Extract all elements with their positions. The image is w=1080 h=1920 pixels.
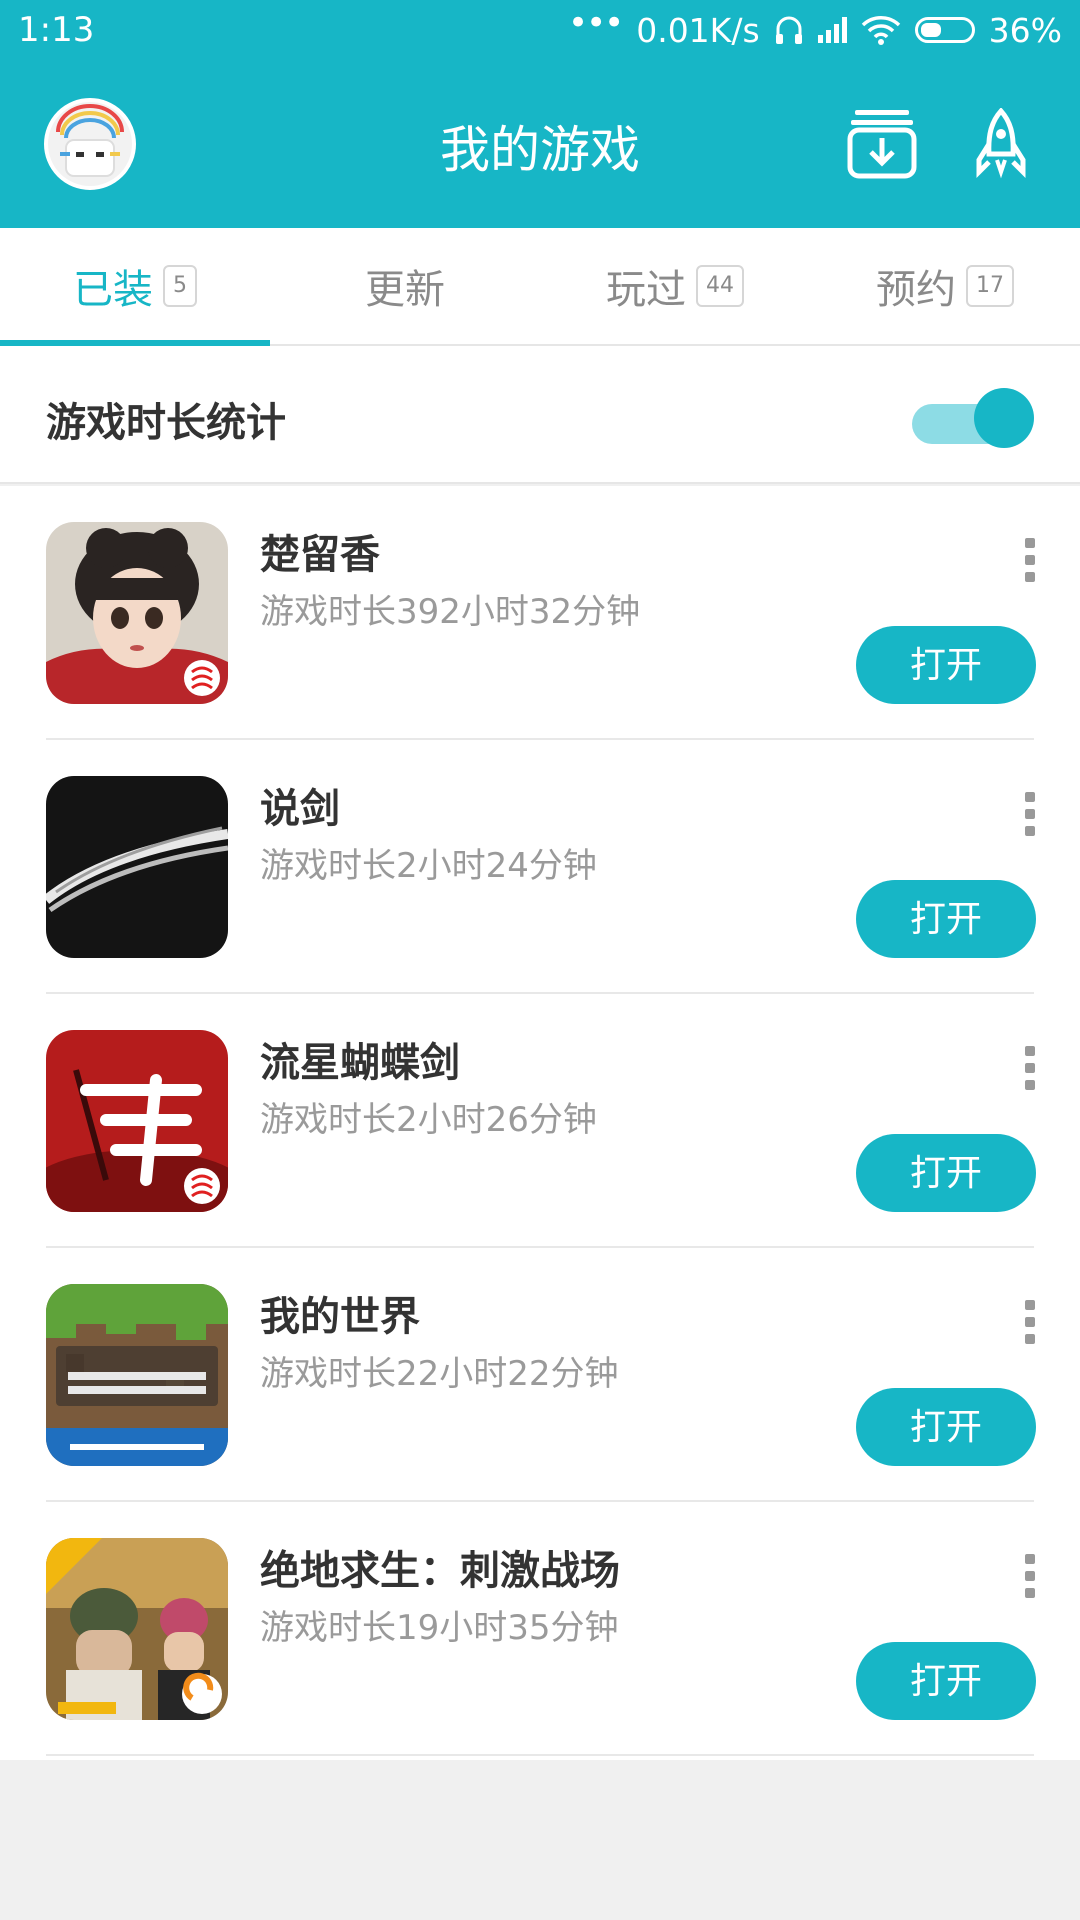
playtime-stats-label: 游戏时长统计 bbox=[46, 400, 286, 446]
wifi-icon bbox=[861, 16, 900, 45]
tab-label: 已装 bbox=[73, 267, 153, 313]
game-icon-liuxing bbox=[46, 1030, 228, 1212]
list-item[interactable]: 流星蝴蝶剑 游戏时长2小时26分钟 打开 bbox=[0, 994, 1080, 1248]
download-manager-icon[interactable] bbox=[846, 108, 918, 180]
open-button[interactable]: 打开 bbox=[856, 1388, 1036, 1466]
page-title: 我的游戏 bbox=[440, 121, 640, 179]
network-speed: 0.01K/s bbox=[636, 10, 760, 50]
tab-bar: 已装 5 更新 玩过 44 预约 17 bbox=[0, 228, 1080, 346]
tab-label: 玩过 bbox=[606, 267, 686, 313]
app-header: 1:13 ••• 0.01K/s 36% 我的游戏 bbox=[0, 0, 1080, 228]
game-playtime: 游戏时长19小时35分钟 bbox=[260, 1608, 619, 1648]
game-icon-pubg bbox=[46, 1538, 228, 1720]
battery-icon bbox=[914, 17, 975, 43]
game-name: 我的世界 bbox=[260, 1294, 420, 1340]
status-bar: 1:13 ••• 0.01K/s 36% bbox=[0, 0, 1080, 62]
game-icon-chuliuxiang bbox=[46, 522, 228, 704]
more-options-icon[interactable] bbox=[1024, 792, 1036, 836]
rocket-accelerate-icon[interactable] bbox=[965, 107, 1037, 180]
battery-percent: 36% bbox=[988, 10, 1062, 50]
divider bbox=[46, 1754, 1034, 1756]
headphones-icon bbox=[775, 16, 802, 44]
tab-installed[interactable]: 已装 5 bbox=[0, 228, 270, 346]
tab-reserved[interactable]: 预约 17 bbox=[810, 228, 1080, 344]
more-options-icon[interactable] bbox=[1024, 1554, 1036, 1598]
tab-label: 更新 bbox=[365, 267, 445, 313]
open-button[interactable]: 打开 bbox=[856, 880, 1036, 958]
game-playtime: 游戏时长2小时24分钟 bbox=[260, 846, 597, 886]
game-playtime: 游戏时长2小时26分钟 bbox=[260, 1100, 597, 1140]
list-item[interactable]: 楚留香 游戏时长392小时32分钟 打开 bbox=[0, 486, 1080, 740]
playtime-stats-toggle[interactable] bbox=[912, 388, 1034, 448]
game-name: 说剑 bbox=[260, 786, 340, 832]
open-button[interactable]: 打开 bbox=[856, 626, 1036, 704]
game-name: 流星蝴蝶剑 bbox=[260, 1040, 460, 1086]
game-icon-minecraft bbox=[46, 1284, 228, 1466]
status-time: 1:13 bbox=[18, 10, 95, 50]
game-name: 楚留香 bbox=[260, 532, 380, 578]
more-options-icon[interactable] bbox=[1024, 1300, 1036, 1344]
tab-updates[interactable]: 更新 bbox=[270, 228, 540, 344]
count-badge: 5 bbox=[163, 265, 197, 307]
list-item[interactable]: 我的世界 游戏时长22小时22分钟 打开 bbox=[0, 1248, 1080, 1502]
game-list: 楚留香 游戏时长392小时32分钟 打开 说剑 游戏时长2小时24分钟 打开 流… bbox=[0, 486, 1080, 1760]
open-button[interactable]: 打开 bbox=[856, 1134, 1036, 1212]
game-playtime: 游戏时长22小时22分钟 bbox=[260, 1354, 619, 1394]
more-options-icon[interactable] bbox=[1024, 1046, 1036, 1090]
open-button[interactable]: 打开 bbox=[856, 1642, 1036, 1720]
tab-played[interactable]: 玩过 44 bbox=[540, 228, 810, 344]
toggle-knob bbox=[974, 388, 1034, 448]
game-name: 绝地求生：刺激战场 bbox=[260, 1548, 620, 1594]
list-item[interactable]: 说剑 游戏时长2小时24分钟 打开 bbox=[0, 740, 1080, 994]
signal-icon bbox=[817, 17, 847, 43]
more-notifications-icon: ••• bbox=[568, 3, 624, 43]
list-item[interactable]: 绝地求生：刺激战场 游戏时长19小时35分钟 打开 bbox=[0, 1502, 1080, 1756]
count-badge: 17 bbox=[966, 265, 1014, 307]
count-badge: 44 bbox=[696, 265, 744, 307]
more-options-icon[interactable] bbox=[1024, 538, 1036, 582]
game-playtime: 游戏时长392小时32分钟 bbox=[260, 592, 641, 632]
tab-label: 预约 bbox=[876, 267, 956, 313]
status-icons: ••• 0.01K/s 36% bbox=[568, 3, 1062, 52]
game-icon-shuojian bbox=[46, 776, 228, 958]
